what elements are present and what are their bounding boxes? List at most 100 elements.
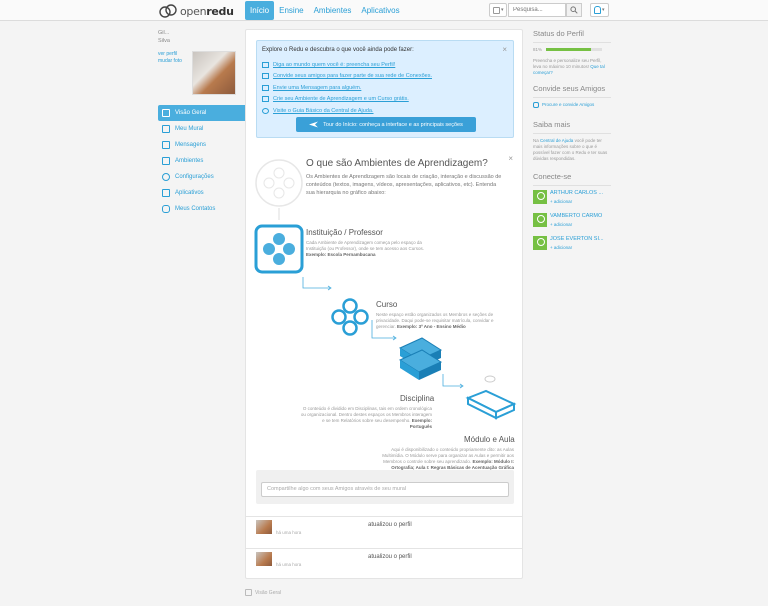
- sidebar-item-aplicativos[interactable]: Aplicativos: [158, 185, 250, 201]
- add-user-icon: [262, 73, 269, 80]
- close-icon[interactable]: ×: [502, 45, 507, 54]
- footer-label[interactable]: Visão Geral: [255, 590, 281, 596]
- list-item: atualizou o perfil há uma hora: [246, 548, 522, 576]
- openredu-logo[interactable]: openredu: [158, 2, 234, 20]
- sidebar-item-meus-contatos[interactable]: Meus Contatos: [158, 201, 250, 217]
- tab-aplicativos[interactable]: Aplicativos: [356, 1, 404, 20]
- level-institution-desc: Cada Ambiente de Aprendizagem começa pel…: [306, 240, 425, 257]
- module-open-book-icon: [465, 375, 517, 420]
- logo-text: openredu: [180, 4, 234, 18]
- level-course-title: Curso: [376, 300, 398, 309]
- explore-item-create-environment[interactable]: Crie seu Ambiente de Aprendizagem e um C…: [262, 94, 432, 106]
- level-discipline-title: Disciplina: [400, 394, 435, 403]
- tour-button[interactable]: Tour do Início: conheça a interface e as…: [296, 117, 476, 132]
- level-module-desc: Aqui é disponibilizado o conteúdo propri…: [382, 447, 514, 470]
- view-profile-link[interactable]: ver perfil: [158, 51, 182, 58]
- environment-icon: [262, 96, 269, 103]
- divider: [533, 42, 611, 43]
- sidebar-item-label: Visão Geral: [175, 110, 207, 116]
- explore-item-label: Crie seu Ambiente de Aprendizagem e um C…: [273, 96, 409, 103]
- share-input[interactable]: Compartilhe algo com seus Amigos através…: [261, 482, 509, 497]
- right-column: Status do Perfil 81% Preencha e personal…: [533, 29, 611, 259]
- info-title: O que são Ambientes de Aprendizagem?: [306, 158, 488, 169]
- apps-icon: [162, 189, 170, 197]
- share-box: Compartilhe algo com seus Amigos através…: [256, 470, 514, 504]
- user-name-line1: Gil...: [158, 30, 170, 36]
- sidebar-item-visao-geral[interactable]: Visão Geral: [158, 105, 256, 121]
- contact-name[interactable]: ARTHUR CARLOS ...: [550, 190, 603, 196]
- tab-inicio[interactable]: Início: [245, 1, 275, 20]
- sidebar-item-configuracoes[interactable]: Configurações: [158, 169, 250, 185]
- divider: [533, 185, 611, 186]
- avatar[interactable]: [256, 520, 272, 534]
- sidebar-item-label: Aplicativos: [175, 190, 204, 196]
- main-nav: Início Ensine Ambientes Aplicativos: [245, 1, 405, 20]
- contact-name[interactable]: VAMBERTO CARMO: [550, 213, 602, 219]
- institution-icon: [254, 224, 304, 274]
- contact-name[interactable]: JOSE EVERTON SI...: [550, 236, 604, 242]
- search-input[interactable]: [508, 3, 566, 17]
- home-icon: [245, 589, 252, 596]
- sidebar-item-label: Ambientes: [175, 158, 204, 164]
- learn-more-text: Na Central de Ajuda você pode ter mais i…: [533, 138, 608, 161]
- home-icon: [162, 109, 170, 117]
- sidebar-item-label: Meus Contatos: [175, 206, 216, 212]
- contacts-dropdown[interactable]: ▾: [489, 3, 507, 17]
- avatar[interactable]: [192, 51, 236, 95]
- help-center-link[interactable]: Central de Ajuda: [540, 138, 573, 143]
- gear-icon: [162, 173, 170, 181]
- course-icon: [331, 298, 369, 336]
- user-icon: [594, 6, 601, 14]
- level-module-title: Módulo e Aula: [464, 435, 515, 444]
- sidebar-item-mensagens[interactable]: Mensagens: [158, 137, 250, 153]
- search-button[interactable]: [566, 3, 582, 17]
- add-contact-link[interactable]: + adicionar: [550, 245, 604, 250]
- change-photo-link[interactable]: mudar foto: [158, 58, 182, 65]
- explore-item-profile[interactable]: Diga ao mundo quem você é: preencha seu …: [262, 59, 432, 71]
- explore-item-label: Envie uma Mensagem para alguém.: [273, 84, 362, 91]
- hierarchy-arrows: [302, 277, 464, 389]
- explore-item-label: Diga ao mundo quem você é: preencha seu …: [273, 61, 396, 68]
- sidebar-item-meu-mural[interactable]: Meu Mural: [158, 121, 250, 137]
- sidebar-item-ambientes[interactable]: Ambientes: [158, 153, 250, 169]
- avatar[interactable]: [533, 236, 547, 250]
- avatar[interactable]: [533, 213, 547, 227]
- invite-friends-link[interactable]: Procure e convide Amigos: [533, 102, 611, 108]
- progress-percent: 81%: [533, 47, 543, 52]
- explore-list: Diga ao mundo quem você é: preencha seu …: [262, 59, 432, 117]
- chevron-down-icon: ▾: [501, 7, 504, 13]
- avatar[interactable]: [256, 552, 272, 566]
- profile-status-title: Status do Perfil: [533, 29, 584, 38]
- profile-icon: [262, 61, 269, 68]
- left-column: Gil... Silva ver perfil mudar foto Visão…: [158, 29, 256, 213]
- add-contact-link[interactable]: + adicionar: [550, 222, 602, 227]
- invite-link-label: Procure e convide Amigos: [542, 102, 595, 107]
- invite-title: Convide seus Amigos: [533, 84, 606, 93]
- sidebar-item-label: Meu Mural: [175, 126, 204, 132]
- list-item: VAMBERTO CARMO + adicionar: [533, 213, 611, 235]
- list-item: JOSE EVERTON SI... + adicionar: [533, 236, 611, 258]
- tab-ambientes[interactable]: Ambientes: [309, 1, 357, 20]
- divider: [533, 97, 611, 98]
- add-user-icon: [533, 102, 539, 108]
- explore-title: Explore o Redu e descubra o que você ain…: [262, 47, 414, 53]
- logo-icon: [159, 4, 177, 18]
- user-menu-dropdown[interactable]: ▾: [590, 3, 609, 17]
- discipline-books-icon: [398, 337, 443, 380]
- environments-info: × O que são Ambientes de Aprendizagem? O…: [246, 148, 522, 458]
- user-name-line2: Silva: [158, 38, 170, 44]
- explore-item-message[interactable]: Envie uma Mensagem para alguém.: [262, 82, 432, 94]
- explore-item-help-guide[interactable]: Visite o Guia Básico da Central de Ajuda…: [262, 105, 432, 117]
- wall-icon: [162, 125, 170, 133]
- learn-more-title: Saiba mais: [533, 120, 571, 129]
- close-icon[interactable]: ×: [508, 154, 513, 163]
- explore-box: Explore o Redu e descubra o que você ain…: [256, 40, 514, 138]
- grid-icon: [162, 157, 170, 165]
- feed-text: atualizou o perfil: [368, 554, 412, 560]
- tab-ensine[interactable]: Ensine: [274, 1, 308, 20]
- search-icon: [570, 6, 578, 14]
- avatar[interactable]: [533, 190, 547, 204]
- explore-item-invite[interactable]: Convide seus amigos para fazer parte de …: [262, 71, 432, 83]
- main-panel: Explore o Redu e descubra o que você ain…: [245, 29, 523, 579]
- add-contact-link[interactable]: + adicionar: [550, 199, 603, 204]
